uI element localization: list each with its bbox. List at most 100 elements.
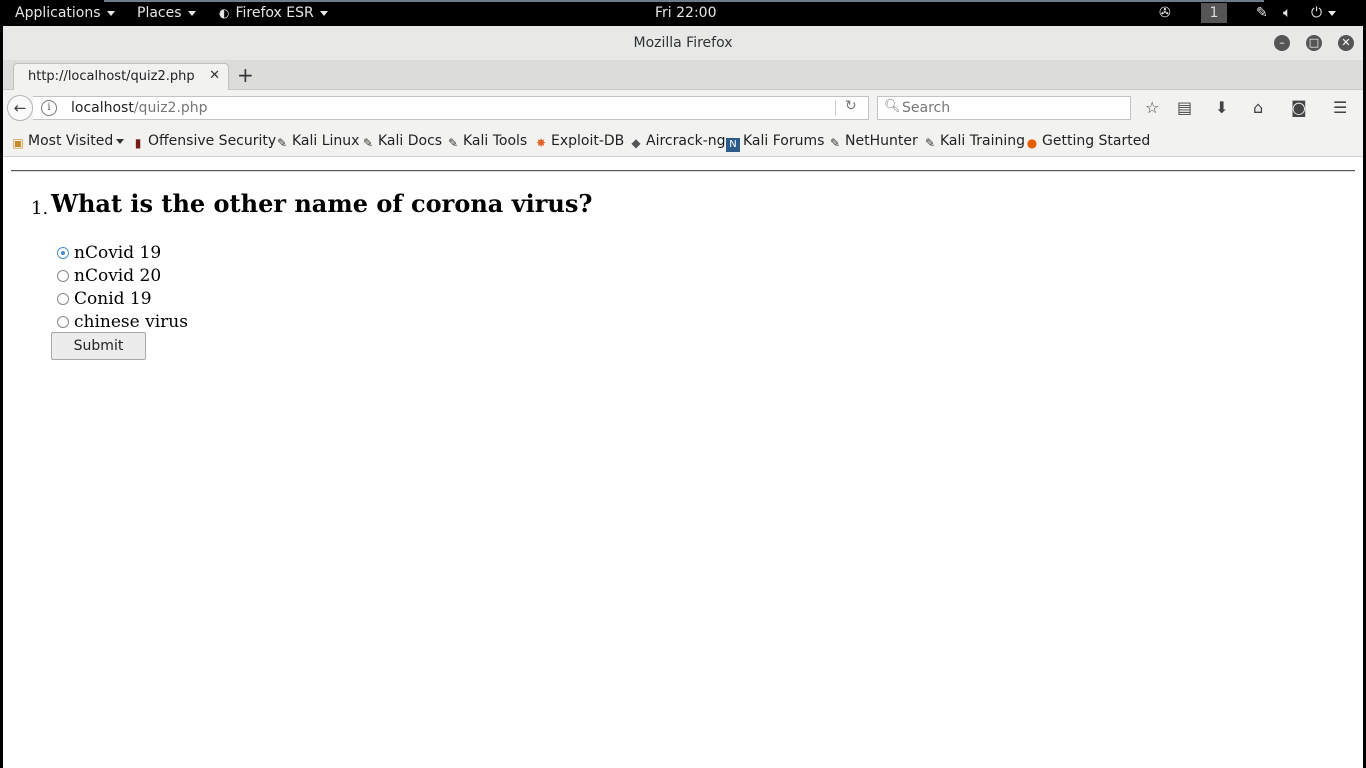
workspace-indicator[interactable]: 1 xyxy=(1201,3,1227,23)
kali-icon: ✎ xyxy=(276,136,288,150)
site-info-icon[interactable]: i xyxy=(41,100,57,116)
bookmark-aircrack-ng[interactable]: ◆ Aircrack-ng xyxy=(629,133,726,150)
tab-active[interactable]: http://localhost/quiz2.php ✕ xyxy=(13,63,229,90)
hamburger-menu-icon[interactable]: ☰ xyxy=(1333,98,1347,117)
search-bar[interactable]: 🔍︎ Search xyxy=(877,96,1131,120)
answer-option-label: nCovid 19 xyxy=(74,243,162,263)
bookmark-kali-tools[interactable]: ✎ Kali Tools xyxy=(446,133,527,150)
applications-menu[interactable]: Applications xyxy=(15,0,115,26)
download-icon[interactable]: ⬇ xyxy=(1215,98,1228,117)
bookmark-label: Kali Linux xyxy=(292,133,360,149)
search-placeholder: Search xyxy=(902,100,951,116)
submit-button[interactable]: Submit xyxy=(51,332,146,360)
search-icon: 🔍︎ xyxy=(884,99,901,114)
bookmark-kali-linux[interactable]: ✎ Kali Linux xyxy=(275,133,360,150)
exploitdb-icon: ✸ xyxy=(535,136,547,150)
library-icon[interactable]: ▤ xyxy=(1177,98,1192,117)
bookmark-exploit-db[interactable]: ✸ Exploit-DB xyxy=(534,133,624,150)
chevron-down-icon xyxy=(187,10,196,16)
bookmark-kali-training[interactable]: ✎ Kali Training xyxy=(923,133,1025,150)
video-camera-icon[interactable]: ✇ xyxy=(1159,0,1171,26)
kali-icon: ✎ xyxy=(829,136,841,150)
offsec-icon: ▮ xyxy=(134,136,142,150)
home-icon[interactable]: ⌂ xyxy=(1253,98,1263,117)
bookmarks-toolbar: ▣ Most Visited ▮ Offensive Security ✎ Kali … xyxy=(3,126,1363,157)
answer-option-label: Conid 19 xyxy=(74,289,152,309)
new-tab-button[interactable]: + xyxy=(237,63,254,87)
navigation-toolbar: ← i localhost/quiz2.php ↻ 🔍︎ Search ☆ ▤ … xyxy=(3,90,1363,126)
places-menu[interactable]: Places xyxy=(137,0,196,26)
bookmark-label: Getting Started xyxy=(1042,133,1151,149)
bookmark-kali-docs[interactable]: ✎ Kali Docs xyxy=(361,133,442,150)
bookmark-offensive-security[interactable]: ▮ Offensive Security xyxy=(131,133,277,150)
bookmark-star-icon[interactable]: ☆ xyxy=(1145,98,1159,117)
pocket-icon[interactable]: ◙ xyxy=(1291,98,1307,117)
app-menu[interactable]: ◐ Firefox ESR xyxy=(219,0,328,26)
bookmark-nethunter[interactable]: ✎ NetHunter xyxy=(828,133,918,150)
bookmark-most-visited[interactable]: ▣ Most Visited xyxy=(11,133,125,150)
back-button[interactable]: ← xyxy=(7,95,33,121)
tab-strip: http://localhost/quiz2.php ✕ + xyxy=(3,61,1363,90)
bookmark-label: Exploit-DB xyxy=(551,133,625,149)
tab-label: http://localhost/quiz2.php xyxy=(28,69,195,84)
radio-button[interactable] xyxy=(57,316,69,328)
window-titlebar[interactable]: Mozilla Firefox – □ ✕ xyxy=(3,26,1363,61)
tools-icon[interactable]: ✎ xyxy=(1256,0,1268,26)
reload-icon[interactable]: ↻ xyxy=(845,98,857,114)
volume-icon[interactable]: 🔈︎ xyxy=(1283,0,1291,26)
answer-option[interactable]: chinese virus xyxy=(57,312,188,332)
forums-icon: N xyxy=(726,138,740,152)
bookmark-label: Kali Training xyxy=(940,133,1025,149)
question-number: 1. xyxy=(31,198,49,219)
url-path: /quiz2.php xyxy=(133,100,208,116)
bookmark-label: Kali Docs xyxy=(378,133,443,149)
bookmark-label: Most Visited xyxy=(28,133,114,149)
answer-option[interactable]: nCovid 19 xyxy=(57,243,161,263)
url-host: localhost xyxy=(71,100,134,116)
answer-option-label: chinese virus xyxy=(74,312,188,332)
folder-icon: ▣ xyxy=(12,136,24,150)
clock[interactable]: Fri 22:00 xyxy=(655,0,716,26)
places-menu-label: Places xyxy=(137,5,182,21)
power-icon[interactable]: ⏻ xyxy=(1311,0,1337,26)
bookmark-label: Kali Forums xyxy=(743,133,825,149)
url-text[interactable]: localhost/quiz2.php xyxy=(71,100,208,116)
answer-option[interactable]: nCovid 20 xyxy=(57,266,161,286)
applications-menu-label: Applications xyxy=(15,5,101,21)
kali-icon: ✎ xyxy=(924,136,936,150)
minimize-button[interactable]: – xyxy=(1274,35,1290,51)
system-top-bar: Applications Places ◐ Firefox ESR Fri 22:… xyxy=(0,0,1366,26)
bookmark-kali-forums[interactable]: N Kali Forums xyxy=(726,133,824,152)
chevron-down-icon xyxy=(319,10,328,16)
aircrack-icon: ◆ xyxy=(631,136,641,150)
firefox-window: Mozilla Firefox – □ ✕ http://localhost/q… xyxy=(3,26,1363,768)
kali-icon: ✎ xyxy=(447,136,459,150)
firefox-app-icon: ◐ xyxy=(219,6,230,20)
app-menu-label: Firefox ESR xyxy=(235,5,314,21)
kali-icon: ✎ xyxy=(362,136,374,150)
url-bar-divider xyxy=(835,100,836,116)
bookmark-label: NetHunter xyxy=(845,133,918,149)
answer-option-label: nCovid 20 xyxy=(74,266,162,286)
url-bar[interactable]: i localhost/quiz2.php ↻ xyxy=(33,96,869,120)
maximize-button[interactable]: □ xyxy=(1306,35,1322,51)
close-window-button[interactable]: ✕ xyxy=(1338,35,1354,51)
radio-button[interactable] xyxy=(57,247,69,259)
page-content: 1. What is the other name of corona viru… xyxy=(3,161,1363,768)
question-heading: What is the other name of corona virus? xyxy=(51,189,593,218)
chevron-down-icon xyxy=(106,10,115,16)
chevron-down-icon xyxy=(116,138,125,144)
arrow-left-icon: ← xyxy=(13,99,27,117)
chevron-down-icon xyxy=(1328,10,1337,16)
answer-option[interactable]: Conid 19 xyxy=(57,289,152,309)
bookmark-label: Kali Tools xyxy=(463,133,528,149)
bookmark-getting-started[interactable]: ● Getting Started xyxy=(1025,133,1151,150)
radio-button[interactable] xyxy=(57,270,69,282)
bookmark-label: Offensive Security xyxy=(148,133,277,149)
firefox-icon: ● xyxy=(1026,136,1038,150)
bookmark-label: Aircrack-ng xyxy=(646,133,726,149)
horizontal-rule xyxy=(11,170,1355,172)
close-tab-icon[interactable]: ✕ xyxy=(209,68,220,83)
radio-button[interactable] xyxy=(57,293,69,305)
window-title: Mozilla Firefox xyxy=(633,35,733,51)
